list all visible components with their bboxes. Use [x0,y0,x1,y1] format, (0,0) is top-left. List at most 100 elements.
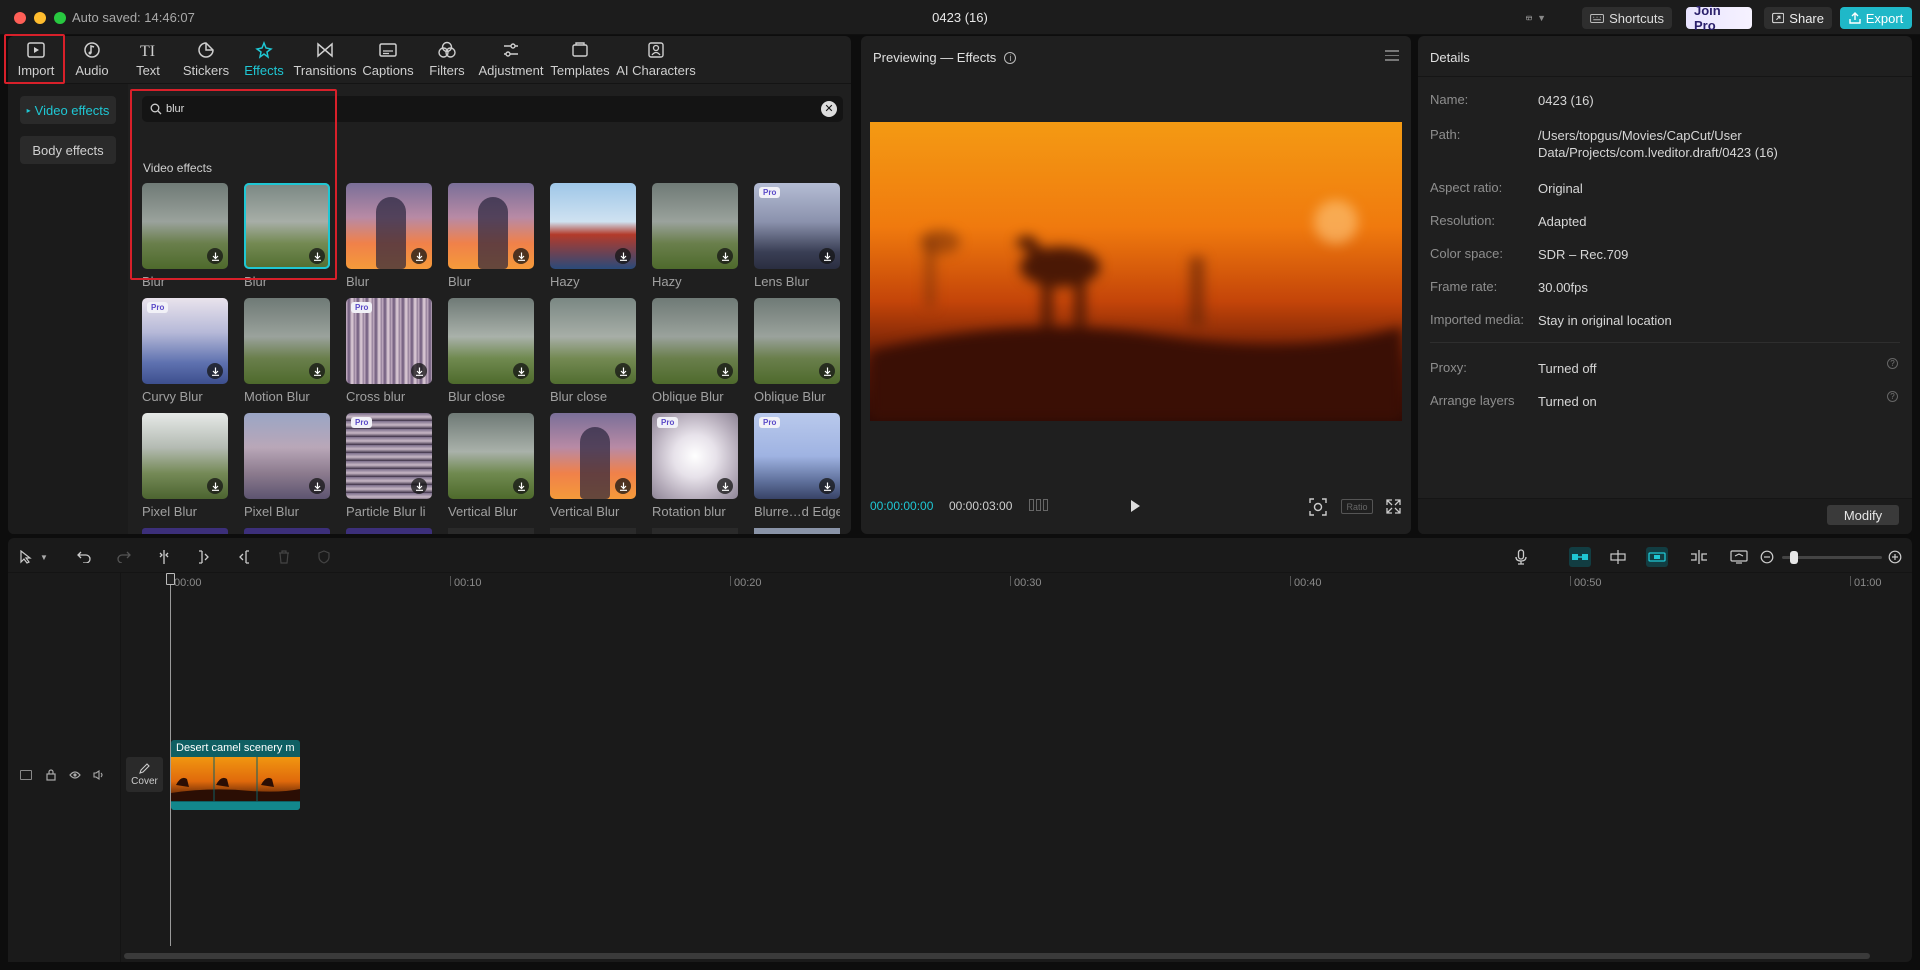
track-cover-toggle[interactable] [20,770,32,780]
effect-item[interactable]: Pro Blurre…d Edge [754,413,840,519]
download-button[interactable] [819,363,835,379]
info-icon[interactable]: i [1004,51,1017,64]
download-button[interactable] [513,363,529,379]
split-preview-axis-button[interactable] [1688,547,1710,567]
tool-audio[interactable]: Audio [64,36,120,84]
auto-snap-toggle[interactable] [1607,547,1629,567]
timecode-format-icon[interactable] [1029,499,1051,513]
effect-item[interactable]: Pixel Blur [244,413,330,519]
maximize-window-button[interactable] [54,12,66,24]
effects-search-bar[interactable]: ✕ [142,96,843,122]
redo-button[interactable] [114,547,134,567]
undo-button[interactable] [74,547,94,567]
shortcuts-button[interactable]: Shortcuts [1582,7,1672,29]
effect-item[interactable]: Pro Particle Blur li [346,413,432,519]
record-audio-button[interactable] [1511,547,1531,567]
tool-adjustment[interactable]: Adjustment [476,36,546,84]
zoom-slider[interactable] [1782,551,1882,564]
preview-menu-icon[interactable] [1385,50,1399,62]
download-button[interactable] [207,363,223,379]
preview-canvas[interactable] [870,122,1402,421]
effect-item[interactable]: Blur [244,183,330,289]
download-button[interactable] [717,478,733,494]
download-button[interactable] [717,363,733,379]
ratio-button[interactable]: Ratio [1341,499,1373,514]
effect-item[interactable]: Hazy [652,183,738,289]
download-button[interactable] [819,248,835,264]
download-button[interactable] [819,478,835,494]
video-clip[interactable]: Desert camel scenery m [171,740,300,810]
effect-item[interactable]: Vertical Blur [550,413,636,519]
sidebar-item-video-effects[interactable]: ▸ Video effects [20,96,116,124]
modify-button[interactable]: Modify [1827,505,1899,525]
download-button[interactable] [309,248,325,264]
tool-captions[interactable]: Captions [358,36,418,84]
tool-import[interactable]: Import [8,36,64,84]
zoom-fit-button[interactable] [1728,547,1750,567]
effect-item[interactable]: Blur [448,183,534,289]
effect-item[interactable]: Motion Blur [244,298,330,404]
download-button[interactable] [717,248,733,264]
download-button[interactable] [207,478,223,494]
effect-item[interactable]: Pro Rotation blur [652,413,738,519]
mask-button[interactable] [314,547,334,567]
select-tool-button[interactable] [16,547,36,567]
effect-item[interactable]: Vertical Blur [448,413,534,519]
delete-right-button[interactable] [234,547,254,567]
effect-item[interactable]: Blur close [550,298,636,404]
delete-left-button[interactable] [194,547,214,567]
download-button[interactable] [411,248,427,264]
zoom-slider-handle[interactable] [1790,551,1798,564]
clear-search-button[interactable]: ✕ [821,101,837,117]
effect-item[interactable]: Blur [346,183,432,289]
search-input[interactable] [166,96,806,122]
zoom-out-button[interactable] [1757,547,1777,567]
cover-button[interactable]: Cover [126,757,163,792]
linkage-toggle[interactable] [1646,547,1668,567]
tool-transitions[interactable]: Transitions [292,36,358,84]
tool-ai-characters[interactable]: AI Characters [614,36,698,84]
zoom-in-button[interactable] [1885,547,1905,567]
effect-item[interactable]: Blur close [448,298,534,404]
download-button[interactable] [309,363,325,379]
tool-stickers[interactable]: Stickers [176,36,236,84]
lock-icon[interactable] [46,769,56,781]
layout-menu-button[interactable]: ▼ [1518,7,1554,29]
download-button[interactable] [513,478,529,494]
download-button[interactable] [615,478,631,494]
eye-icon[interactable] [69,770,81,780]
timeline-horizontal-scrollbar[interactable] [124,953,1870,959]
tool-effects[interactable]: Effects [236,36,292,84]
arrange-help-icon[interactable]: ? [1887,391,1898,402]
speaker-icon[interactable] [93,770,105,780]
effect-item[interactable]: Pro Curvy Blur [142,298,228,404]
sidebar-item-body-effects[interactable]: Body effects [20,136,116,164]
close-window-button[interactable] [14,12,26,24]
split-button[interactable] [154,547,174,567]
screenshot-button[interactable] [1309,498,1327,516]
select-mode-dropdown[interactable]: ▼ [38,547,50,567]
download-button[interactable] [411,363,427,379]
share-button[interactable]: Share [1764,7,1832,29]
tool-templates[interactable]: Templates [546,36,614,84]
effect-item[interactable]: Pro Lens Blur [754,183,840,289]
tool-filters[interactable]: Filters [418,36,476,84]
download-button[interactable] [411,478,427,494]
download-button[interactable] [615,363,631,379]
effect-item[interactable]: Oblique Blur [754,298,840,404]
proxy-help-icon[interactable]: ? [1887,358,1898,369]
fullscreen-button[interactable] [1386,499,1402,515]
effect-item[interactable]: Blur [142,183,228,289]
download-button[interactable] [207,248,223,264]
play-button[interactable] [1128,499,1144,515]
minimize-window-button[interactable] [34,12,46,24]
effect-item[interactable]: Hazy [550,183,636,289]
join-pro-button[interactable]: Join Pro [1686,3,1752,33]
download-button[interactable] [615,248,631,264]
delete-button[interactable] [274,547,294,567]
effect-item[interactable]: Oblique Blur [652,298,738,404]
download-button[interactable] [309,478,325,494]
main-track-magnet-toggle[interactable] [1569,547,1591,567]
export-button[interactable]: Export [1840,7,1912,29]
tool-text[interactable]: TI Text [120,36,176,84]
